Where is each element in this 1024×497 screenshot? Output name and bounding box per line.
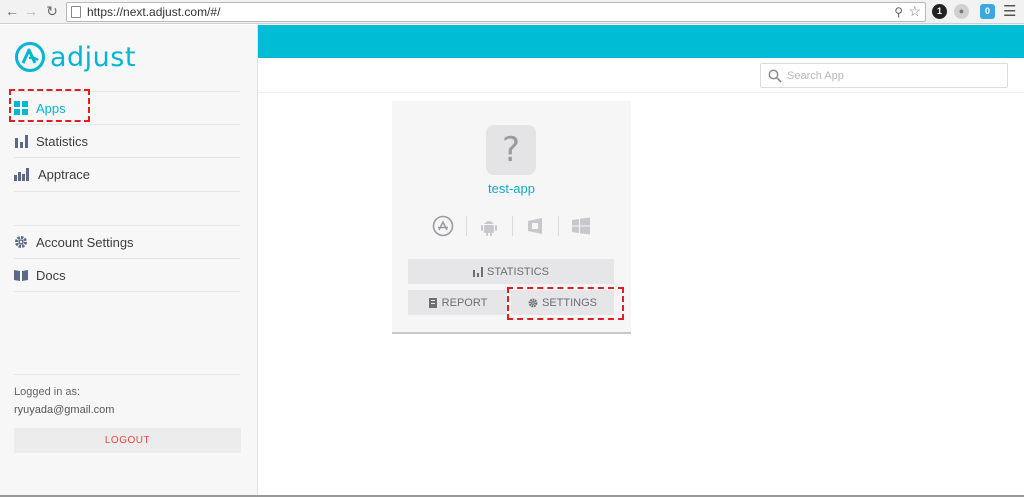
- user-email: ryuyada@gmail.com: [14, 404, 115, 416]
- statistics-button[interactable]: STATISTICS: [408, 259, 614, 284]
- sidebar-item-label: Docs: [36, 267, 66, 283]
- address-bar[interactable]: https://next.adjust.com/#/ ⚲ ☆: [66, 2, 926, 22]
- forward-arrow-icon[interactable]: →: [23, 3, 39, 19]
- settings-highlight-box: [507, 287, 624, 320]
- sidebar: adjust Apps Statistics Apptrace Account …: [0, 25, 258, 497]
- platform-divider: [511, 216, 513, 236]
- extension-badge-icon[interactable]: 1: [932, 4, 947, 19]
- url-text[interactable]: https://next.adjust.com/#/: [87, 5, 220, 19]
- statistics-button-label: STATISTICS: [487, 265, 549, 278]
- bar-chart-icon: [473, 266, 484, 277]
- back-arrow-icon[interactable]: ←: [4, 3, 20, 19]
- report-icon: [428, 297, 437, 308]
- sidebar-divider: [14, 374, 240, 375]
- apps-highlight-box: [9, 89, 90, 122]
- search-icon: [768, 69, 782, 83]
- search-input[interactable]: [787, 66, 1002, 85]
- top-bar: [258, 25, 1024, 58]
- platform-icons: [432, 213, 592, 239]
- report-button[interactable]: REPORT: [408, 290, 507, 315]
- reload-icon[interactable]: ↻: [44, 3, 60, 19]
- sidebar-item-label: Apptrace: [38, 166, 91, 182]
- sidebar-item-statistics[interactable]: Statistics: [14, 124, 240, 157]
- windows-icon[interactable]: [570, 215, 592, 237]
- extension-icon[interactable]: ●: [954, 4, 969, 19]
- app-icon[interactable]: ?: [486, 125, 536, 175]
- sidebar-divider: [14, 191, 240, 192]
- apptrace-icon: [14, 168, 29, 181]
- logged-in-label: Logged in as:: [14, 386, 81, 398]
- brand-name: adjust: [50, 41, 136, 73]
- gear-icon: [15, 236, 27, 248]
- page-icon: [71, 6, 81, 18]
- adjust-logo-icon: [15, 42, 45, 72]
- report-button-label: REPORT: [441, 296, 488, 309]
- menu-icon[interactable]: ☰: [1003, 4, 1016, 19]
- sidebar-item-apptrace[interactable]: Apptrace: [14, 157, 240, 190]
- platform-divider: [465, 216, 467, 236]
- android-icon[interactable]: [478, 215, 500, 237]
- extension-counter-icon[interactable]: 0: [980, 4, 995, 19]
- search-box[interactable]: [760, 63, 1008, 88]
- zoom-icon[interactable]: ⚲: [894, 5, 903, 19]
- brand-logo[interactable]: adjust: [14, 40, 136, 74]
- logout-button[interactable]: LOGOUT: [14, 428, 241, 453]
- bookmark-star-icon[interactable]: ☆: [908, 3, 921, 20]
- browser-toolbar: ← → ↻ https://next.adjust.com/#/ ⚲ ☆ 1 ●…: [0, 0, 1024, 24]
- app-store-icon[interactable]: [432, 215, 454, 237]
- sidebar-item-label: Account Settings: [36, 234, 134, 250]
- sidebar-item-account-settings[interactable]: Account Settings: [14, 225, 240, 258]
- bar-chart-icon: [15, 135, 28, 148]
- platform-divider: [557, 216, 559, 236]
- sidebar-item-label: Statistics: [36, 133, 89, 149]
- sidebar-divider: [14, 291, 240, 292]
- book-icon: [14, 270, 28, 281]
- sidebar-item-docs[interactable]: Docs: [14, 258, 240, 291]
- windows-store-icon[interactable]: [524, 215, 546, 237]
- app-name[interactable]: test-app: [392, 181, 631, 196]
- main-toolbar: [258, 58, 1024, 93]
